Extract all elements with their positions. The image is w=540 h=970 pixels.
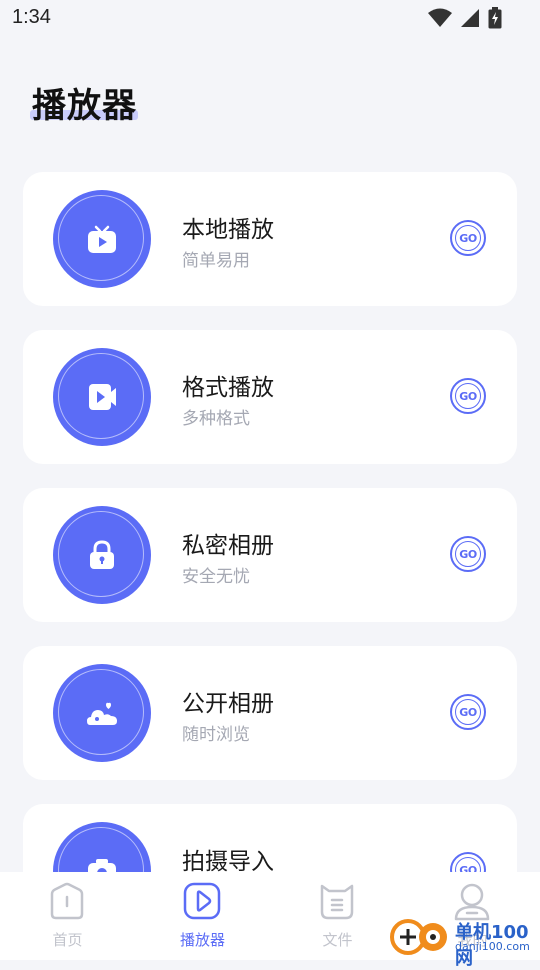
card-subtitle: 简单易用	[182, 251, 250, 271]
go-button[interactable]: GO	[450, 536, 486, 572]
nav-label: 首页	[52, 931, 83, 949]
card-subtitle: 安全无忧	[182, 567, 250, 587]
go-label: GO	[455, 383, 481, 409]
nav-item-player[interactable]: 播放器	[135, 872, 270, 960]
card-local-play[interactable]: 本地播放 简单易用 GO	[23, 172, 517, 306]
watermark-url: danji100.com	[455, 940, 530, 953]
card-title: 拍摄导入	[182, 849, 274, 875]
go-label: GO	[455, 225, 481, 251]
watermark-logo-icon	[390, 919, 447, 955]
wifi-icon	[428, 8, 452, 27]
card-title: 私密相册	[182, 533, 274, 559]
card-subtitle: 多种格式	[182, 409, 250, 429]
card-icon-circle	[53, 506, 151, 604]
card-title: 公开相册	[182, 691, 274, 717]
go-label: GO	[455, 699, 481, 725]
card-private-album[interactable]: 私密相册 安全无忧 GO	[23, 488, 517, 622]
nav-label: 播放器	[179, 931, 225, 949]
card-subtitle: 随时浏览	[182, 725, 250, 745]
video-file-icon	[89, 384, 116, 410]
nav-label: 文件	[322, 931, 353, 949]
nav-item-file[interactable]: 文件	[270, 872, 405, 960]
go-button[interactable]: GO	[450, 220, 486, 256]
signal-icon	[461, 9, 479, 27]
home-icon	[50, 882, 84, 920]
card-title: 本地播放	[182, 217, 274, 243]
go-label: GO	[455, 541, 481, 567]
page-title: 播放器	[32, 86, 137, 126]
file-icon	[320, 884, 354, 920]
go-button[interactable]: GO	[450, 378, 486, 414]
tv-play-icon	[88, 225, 116, 253]
cloud-heart-icon	[87, 702, 117, 725]
card-title: 格式播放	[182, 375, 274, 401]
go-button[interactable]: GO	[450, 694, 486, 730]
card-format-play[interactable]: 格式播放 多种格式 GO	[23, 330, 517, 464]
watermark: 单机100网 danji100.com	[388, 912, 540, 969]
status-icons	[428, 6, 502, 30]
nav-item-home[interactable]: 首页	[0, 872, 135, 960]
card-icon-circle	[53, 664, 151, 762]
card-public-album[interactable]: 公开相册 随时浏览 GO	[23, 646, 517, 780]
status-time: 1:34	[12, 6, 51, 28]
play-icon	[183, 882, 221, 920]
status-bar: 1:34	[0, 0, 540, 36]
lock-icon	[90, 540, 114, 569]
card-icon-circle	[53, 190, 151, 288]
battery-icon	[488, 7, 502, 29]
card-icon-circle	[53, 348, 151, 446]
